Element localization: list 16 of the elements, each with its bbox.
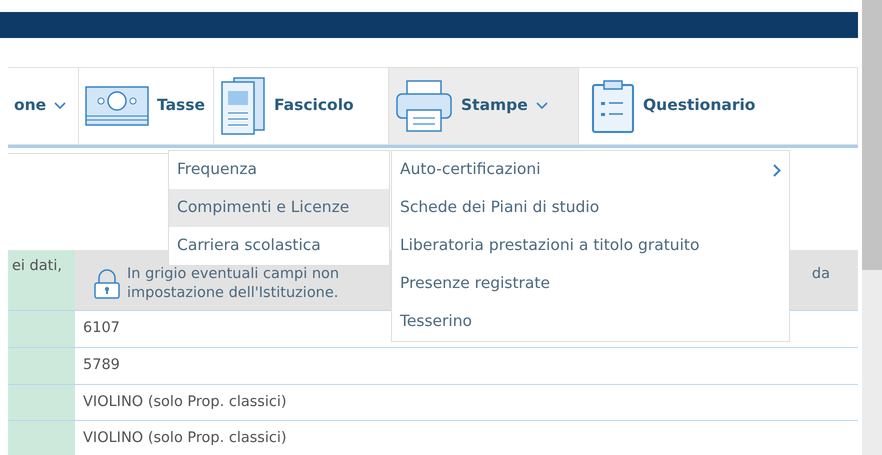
table-cell <box>8 421 75 455</box>
scrollbar-thumb[interactable] <box>862 0 882 270</box>
table-cell <box>8 311 75 347</box>
table-cell <box>8 348 75 384</box>
lock-icon <box>93 269 121 299</box>
toolbar-tab[interactable]: Stampe <box>388 68 578 144</box>
info-text: In grigio eventuali campi non impostazione dell'Istituzione. <box>127 265 340 303</box>
clipboard-icon <box>591 78 635 134</box>
menu-item[interactable]: Compimenti e Licenze <box>169 189 389 227</box>
info-text: da <box>812 265 831 284</box>
printer-icon <box>395 80 453 132</box>
table-cell: ei dati, <box>8 250 75 310</box>
document-icon <box>220 77 266 135</box>
scrollbar[interactable] <box>862 0 882 455</box>
money-icon <box>85 86 149 126</box>
table-cell <box>8 384 75 420</box>
